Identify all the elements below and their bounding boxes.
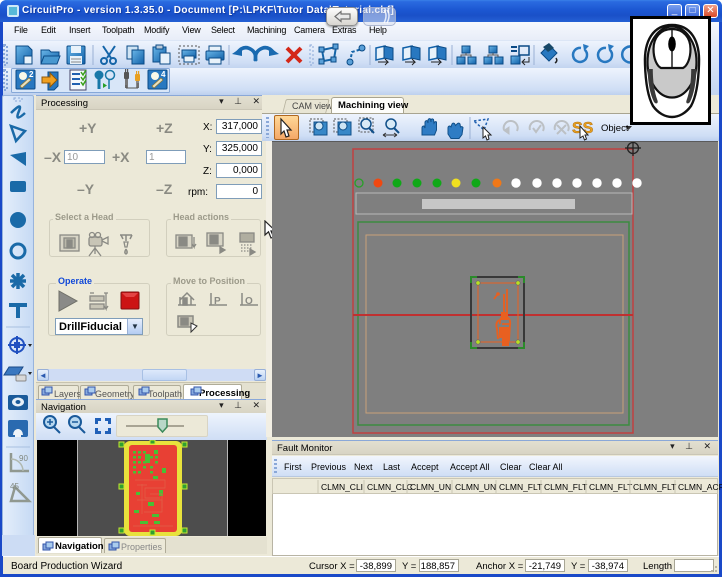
svg-text:4: 4 [161, 70, 166, 79]
svg-text:45: 45 [10, 482, 19, 491]
svg-text:90: 90 [19, 454, 28, 463]
svg-text:2: 2 [29, 70, 34, 79]
